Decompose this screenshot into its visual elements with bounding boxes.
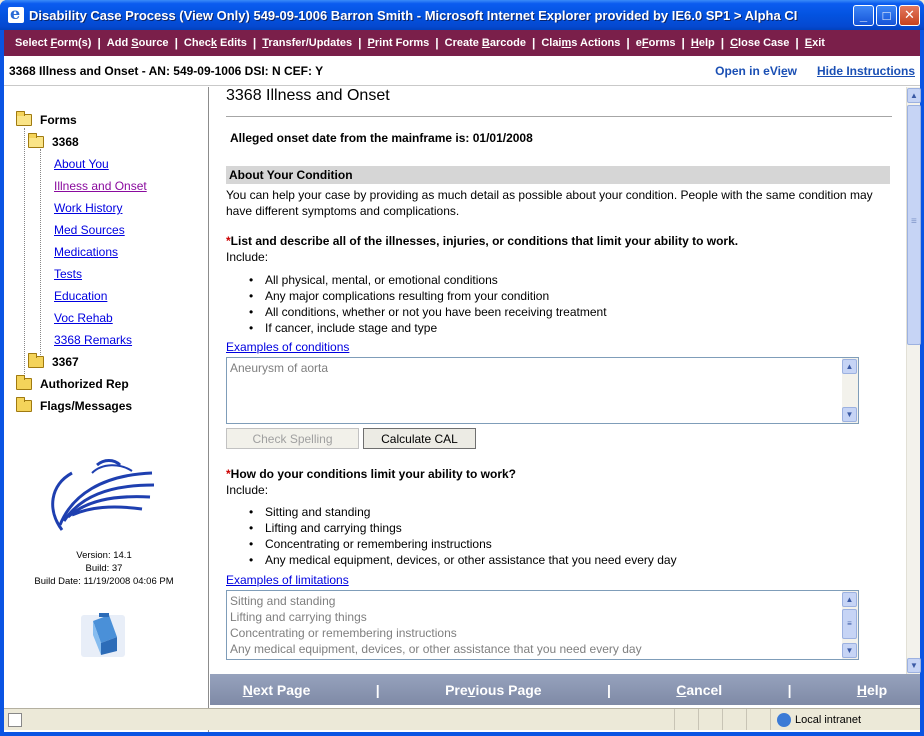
hide-instructions-link[interactable]: Hide Instructions <box>817 64 915 78</box>
tree-node-3367[interactable]: 3367 <box>16 351 147 373</box>
menu-create-barcode[interactable]: Create Barcode <box>439 37 532 49</box>
menu-claims-actions[interactable]: Claims Actions <box>535 37 626 49</box>
open-in-eview-link[interactable]: Open in eView <box>715 64 797 78</box>
tree-label-3368: 3368 <box>52 135 79 149</box>
window-title: Disability Case Process (View Only) 549-… <box>29 7 798 23</box>
include-label: Include: <box>226 483 269 497</box>
scroll-up-icon[interactable]: ▲ <box>842 592 857 607</box>
version-info: Version: 14.1 Build: 37 Build Date: 11/1… <box>34 550 174 587</box>
open-folder-icon <box>16 111 32 126</box>
list-item: Lifting and carrying things <box>249 520 677 536</box>
tree-node-flags-messages[interactable]: Flags/Messages <box>16 395 147 417</box>
scroll-down-icon[interactable]: ▼ <box>907 658 921 673</box>
security-zone: Local intranet <box>770 709 920 730</box>
conditions-bullet-list: All physical, mental, or emotional condi… <box>249 272 607 336</box>
limitations-bullet-list: Sitting and standing Lifting and carryin… <box>249 504 677 568</box>
examples-of-conditions-link[interactable]: Examples of conditions <box>226 340 349 354</box>
tree-node-3368[interactable]: 3368 <box>16 131 147 153</box>
list-item: If cancer, include stage and type <box>249 320 607 336</box>
tree-label-authorized-rep: Authorized Rep <box>40 377 129 391</box>
tree-item-tests[interactable]: Tests <box>16 263 147 285</box>
scroll-down-icon[interactable]: ▼ <box>842 407 857 422</box>
open-folder-icon <box>28 133 44 148</box>
textarea-scrollbar[interactable]: ▲ ▼ <box>842 358 858 423</box>
menu-add-source[interactable]: Add Source <box>101 37 175 49</box>
menu-help[interactable]: Help <box>685 37 721 49</box>
tree-item-3368-remarks[interactable]: 3368 Remarks <box>16 329 147 351</box>
onset-date-text: Alleged onset date from the mainframe is… <box>230 131 533 145</box>
tree-label-3367: 3367 <box>52 355 79 369</box>
list-item: Concentrating or remembering instruction… <box>249 536 677 552</box>
ssa-eagle-logo-icon <box>51 459 155 531</box>
tree-item-voc-rehab[interactable]: Voc Rehab <box>16 307 147 329</box>
menu-transfer-updates[interactable]: Transfer/Updates <box>256 37 358 49</box>
list-item: Any major complications resulting from y… <box>249 288 607 304</box>
tree-item-medications[interactable]: Medications <box>16 241 147 263</box>
menu-eforms[interactable]: eForms <box>630 37 682 49</box>
internet-explorer-icon <box>8 4 24 23</box>
limitations-textarea[interactable]: Sitting and standing Lifting and carryin… <box>226 590 859 660</box>
close-window-button[interactable]: ✕ <box>899 4 920 26</box>
list-item: Any medical equipment, devices, or other… <box>249 552 677 568</box>
menu-close-case[interactable]: Close Case <box>724 37 795 49</box>
case-header: 3368 Illness and Onset - AN: 549-09-1006… <box>4 56 920 86</box>
section-header-about-condition: About Your Condition <box>226 166 890 184</box>
check-spelling-button[interactable]: Check Spelling <box>226 428 359 449</box>
menu-print-forms[interactable]: Print Forms <box>362 37 436 49</box>
title-divider <box>226 116 892 117</box>
previous-page-button[interactable]: Previous Page <box>445 682 542 698</box>
page-status-icon <box>8 712 22 727</box>
condition-help-text: You can help your case by providing as m… <box>226 188 873 218</box>
page-title: 3368 Illness and Onset <box>226 87 390 104</box>
browser-client-area: Select Form(s) | Add Source | Check Edits |… <box>4 30 921 732</box>
folder-icon <box>16 375 32 390</box>
next-page-button[interactable]: Next Page <box>243 682 311 698</box>
textarea-scrollbar[interactable]: ▲ ≡ ▼ <box>842 591 858 659</box>
folder-icon <box>16 397 32 412</box>
menu-check-edits[interactable]: Check Edits <box>178 37 253 49</box>
tree-item-education[interactable]: Education <box>16 285 147 307</box>
tree-label-forms: Forms <box>40 113 77 127</box>
title-bar: Disability Case Process (View Only) 549-… <box>0 0 924 30</box>
minimize-button[interactable]: _ <box>853 4 874 26</box>
status-bar: Local intranet <box>4 708 920 730</box>
scroll-up-icon[interactable]: ▲ <box>907 88 921 103</box>
question-limitations-label: *How do your conditions limit your abili… <box>226 467 517 481</box>
tree-item-illness-and-onset[interactable]: Illness and Onset <box>16 175 147 197</box>
case-info: 3368 Illness and Onset - AN: 549-09-1006… <box>9 63 324 78</box>
folder-icon <box>28 353 44 368</box>
intranet-globe-icon <box>777 712 791 727</box>
menu-select-forms[interactable]: Select Form(s) <box>9 37 97 49</box>
tree-node-forms[interactable]: Forms <box>16 109 147 131</box>
status-cells: Local intranet <box>22 709 920 730</box>
list-item: Sitting and standing <box>249 504 677 520</box>
content-scrollbar[interactable]: ▲ ▼ <box>906 87 921 674</box>
list-item: All physical, mental, or emotional condi… <box>249 272 607 288</box>
page-navigation-bar: Next Page | Previous Page | Cancel | Hel… <box>210 674 920 705</box>
maximize-button[interactable]: □ <box>876 4 897 26</box>
tree-label-flags: Flags/Messages <box>40 399 133 413</box>
scroll-thumb[interactable] <box>907 105 921 345</box>
calculate-cal-button[interactable]: Calculate CAL <box>363 428 476 449</box>
cancel-button[interactable]: Cancel <box>676 682 722 698</box>
scroll-down-icon[interactable]: ▼ <box>842 643 857 658</box>
scroll-thumb[interactable]: ≡ <box>842 609 857 639</box>
app-menu-bar: Select Form(s) | Add Source | Check Edits |… <box>4 30 920 56</box>
tree-item-work-history[interactable]: Work History <box>16 197 147 219</box>
menu-exit[interactable]: Exit <box>799 37 831 49</box>
tree-item-about-you[interactable]: About You <box>16 153 147 175</box>
tree-root: Forms 3368 About You Illness and Onset W… <box>16 109 147 417</box>
question-conditions-label: *List and describe all of the illnesses,… <box>226 234 739 248</box>
help-button[interactable]: Help <box>857 682 887 698</box>
examples-of-limitations-link[interactable]: Examples of limitations <box>226 573 349 587</box>
scroll-up-icon[interactable]: ▲ <box>842 359 857 374</box>
list-item: All conditions, whether or not you have … <box>249 304 607 320</box>
form-navigation-tree: Forms 3368 About You Illness and Onset W… <box>4 87 209 732</box>
briefcase-icon <box>81 613 125 657</box>
conditions-textarea[interactable]: Aneurysm of aorta ▲ ▼ <box>226 357 859 424</box>
include-label: Include: <box>226 250 269 264</box>
tree-item-med-sources[interactable]: Med Sources <box>16 219 147 241</box>
tree-node-authorized-rep[interactable]: Authorized Rep <box>16 373 147 395</box>
form-content-pane: 3368 Illness and Onset Alleged onset dat… <box>210 87 906 674</box>
